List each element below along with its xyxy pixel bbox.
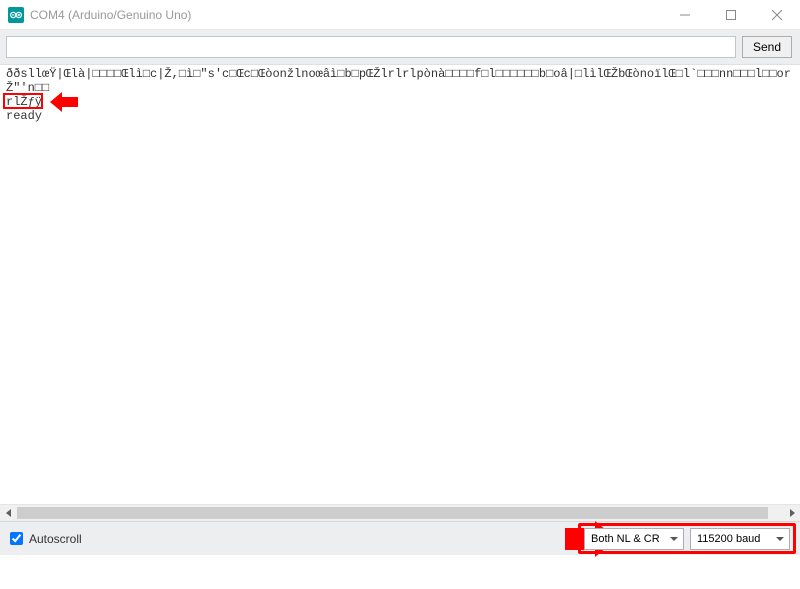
footer-bar: Autoscroll Both NL & CR 115200 baud <box>0 521 800 555</box>
send-button[interactable]: Send <box>742 36 792 58</box>
autoscroll-checkbox[interactable]: Autoscroll <box>10 532 82 546</box>
horizontal-scrollbar[interactable] <box>0 504 800 521</box>
serial-output: ððsllœŸ|Œlà|□□□□Œlì□c|Ž,□ì□"s'c□Œc□Œòonž… <box>0 64 800 521</box>
autoscroll-label: Autoscroll <box>29 532 82 546</box>
output-text: ððsllœŸ|Œlà|□□□□Œlì□c|Ž,□ì□"s'c□Œc□Œòonž… <box>0 65 800 125</box>
line-ending-value: Both NL & CR <box>591 533 660 545</box>
output-line-ready: ready <box>6 109 42 123</box>
arduino-icon <box>8 7 24 23</box>
output-line: ððsllœŸ|Œlà|□□□□Œlì□c|Ž,□ì□"s'c□Œc□Œòonž… <box>6 67 791 95</box>
baud-rate-value: 115200 baud <box>697 533 760 545</box>
minimize-button[interactable] <box>662 0 708 29</box>
scroll-left-button[interactable] <box>0 505 17 522</box>
annotation-box-ready <box>3 93 43 109</box>
maximize-button[interactable] <box>708 0 754 29</box>
autoscroll-input[interactable] <box>10 532 23 545</box>
command-row: Send <box>0 30 800 64</box>
close-button[interactable] <box>754 0 800 29</box>
baud-rate-select[interactable]: 115200 baud <box>690 528 790 550</box>
scroll-thumb[interactable] <box>17 507 768 519</box>
scroll-right-button[interactable] <box>783 505 800 522</box>
line-ending-select[interactable]: Both NL & CR <box>584 528 684 550</box>
scroll-track[interactable] <box>17 505 783 521</box>
window-title: COM4 (Arduino/Genuino Uno) <box>30 8 191 22</box>
window-controls <box>662 0 800 29</box>
command-input[interactable] <box>6 36 736 58</box>
titlebar: COM4 (Arduino/Genuino Uno) <box>0 0 800 30</box>
